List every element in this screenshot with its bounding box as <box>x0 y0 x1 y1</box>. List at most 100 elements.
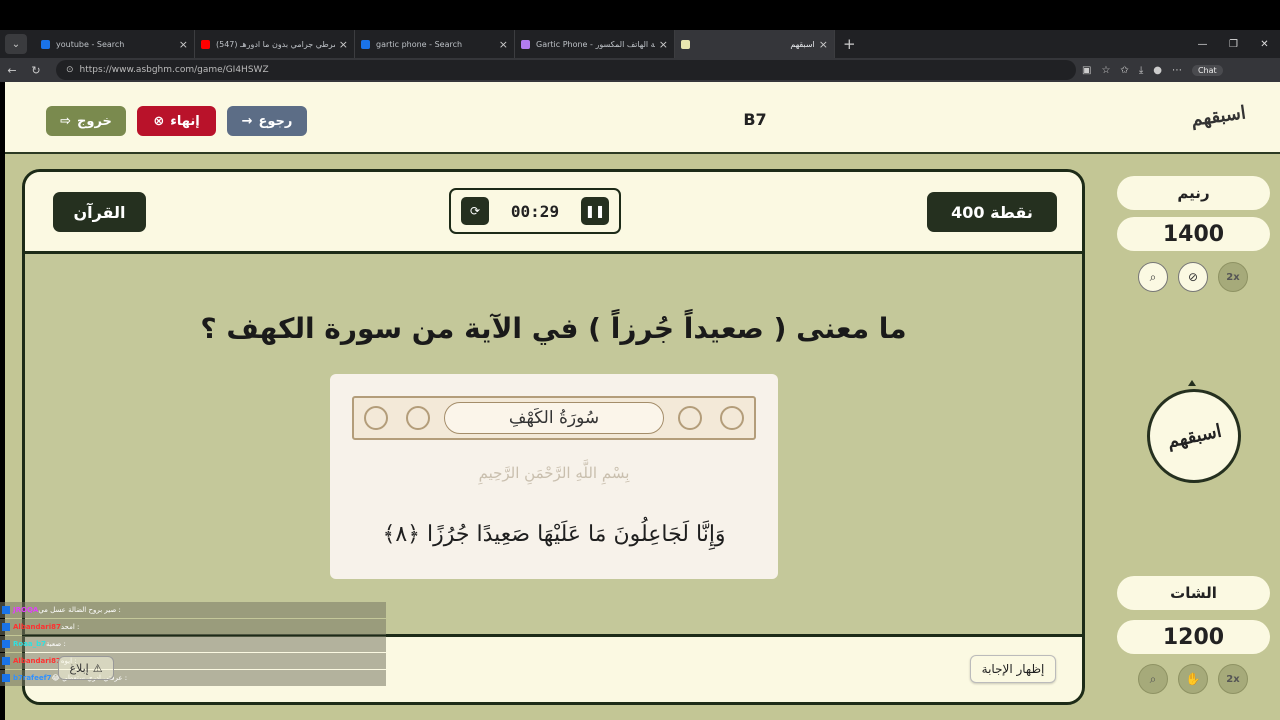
chat-user: Albandari87 <box>13 657 61 665</box>
end-game-button[interactable]: ⊗ إنهاء <box>137 106 216 136</box>
team1-name: رنيم <box>1117 176 1270 210</box>
chat-user: Roaa_b7 <box>13 640 47 648</box>
chat-text: : صير بروح الضالة عسل مي <box>38 606 121 614</box>
back-button[interactable]: → رجوع <box>227 106 307 136</box>
badge-icon <box>2 623 10 631</box>
site-info-icon[interactable]: ⊙ <box>66 65 74 75</box>
team2-search-helper-button[interactable]: ⌕ <box>1138 664 1168 694</box>
turn-indicator-icon <box>1188 380 1196 386</box>
reload-icon[interactable]: ↻ <box>24 64 48 77</box>
team2-hand-helper-button[interactable]: ✋ <box>1178 664 1208 694</box>
site-favicon-icon <box>681 39 690 49</box>
profile-avatar-icon[interactable]: ● <box>1153 65 1162 76</box>
double-points-icon: 2x <box>1226 673 1240 685</box>
cancel-circle-icon: ⊗ <box>153 113 165 129</box>
game-header: ⇨ خروج ⊗ إنهاء → رجوع B7 اسبقهم <box>5 82 1280 154</box>
search-icon: ⌕ <box>1149 671 1157 686</box>
window-controls: — ❐ ✕ <box>1187 30 1280 58</box>
close-tab-icon[interactable]: × <box>339 38 348 51</box>
team2-score: 1200 <box>1117 620 1270 654</box>
report-label: إبلاغ <box>69 661 89 675</box>
team1-search-helper-button[interactable]: ⌕ <box>1138 262 1168 292</box>
pause-timer-button[interactable]: ❚❚ <box>580 197 609 225</box>
close-tab-icon[interactable]: × <box>659 38 668 51</box>
points-badge: 400 نقطة <box>927 192 1057 232</box>
close-window-icon[interactable]: ✕ <box>1249 39 1280 50</box>
tab-title: اسبقهم <box>790 39 815 49</box>
maximize-icon[interactable]: ❐ <box>1218 39 1249 50</box>
tab-title: youtube - Search <box>56 39 125 49</box>
room-code: B7 <box>743 110 767 129</box>
close-tab-icon[interactable]: × <box>499 38 508 51</box>
report-button[interactable]: إبلاغ ⚠ <box>58 656 114 680</box>
favorites-star-icon[interactable]: ☆ <box>1101 65 1110 76</box>
chat-message: : صير بروح الضالة عسل مي JROQA <box>0 602 386 618</box>
badge-icon <box>2 657 10 665</box>
browser-tab[interactable]: (547) شرطي جرامي بدون ما ادورهـ ! × <box>195 30 355 58</box>
team1-block-helper-button[interactable]: ⊘ <box>1178 262 1208 292</box>
browser-tab-active[interactable]: اسبقهم × <box>675 30 835 58</box>
tab-title: Gartic Phone - لعبة الهاتف المكسور <box>536 39 655 49</box>
reset-timer-button[interactable]: ⟳ <box>461 197 489 225</box>
question-image: سُورَةُ الكَهْفِ بِسْمِ اللَّهِ الرَّحْم… <box>330 374 778 579</box>
show-answer-button[interactable]: إظهار الإجابة <box>970 655 1056 683</box>
chat-message: : صعبة Roaa_b7 <box>0 636 386 652</box>
close-tab-icon[interactable]: × <box>819 38 828 51</box>
team2-name: الشات <box>1117 576 1270 610</box>
browser-tab[interactable]: gartic phone - Search × <box>355 30 515 58</box>
center-logo: اسبقهم <box>1147 389 1241 483</box>
chat-text: : صعبة <box>46 640 66 648</box>
timer-value: 00:29 <box>510 201 560 221</box>
ornament-icon <box>406 406 430 430</box>
team2-double-helper-button[interactable]: 2x <box>1218 664 1248 694</box>
exit-button[interactable]: ⇨ خروج <box>46 106 126 136</box>
question-text: ما معنى ( صعيداً جُرزاً ) في الآية من سو… <box>200 312 907 345</box>
surah-title: سُورَةُ الكَهْفِ <box>444 402 664 434</box>
site-logo[interactable]: اسبقهم <box>1190 102 1247 130</box>
pause-icon: ❚❚ <box>584 204 606 218</box>
exit-icon: ⇨ <box>60 113 71 129</box>
downloads-icon[interactable]: ⤓ <box>1139 65 1143 76</box>
copilot-chat-button[interactable]: Chat <box>1191 64 1223 76</box>
ornament-icon <box>678 406 702 430</box>
minimize-icon[interactable]: — <box>1187 39 1218 50</box>
back-arrow-icon[interactable]: ← <box>0 64 24 77</box>
url-text: https://www.asbghm.com/game/GI4HSWZ <box>79 65 269 75</box>
badge-icon <box>2 674 10 682</box>
browser-tab[interactable]: youtube - Search × <box>35 30 195 58</box>
chat-user: JROQA <box>13 606 39 614</box>
warning-icon: ⚠ <box>92 661 103 675</box>
double-points-icon: 2x <box>1226 271 1240 283</box>
ornament-icon <box>720 406 744 430</box>
refresh-icon: ⟳ <box>469 204 481 218</box>
split-view-icon[interactable]: ▣ <box>1082 65 1091 76</box>
close-tab-icon[interactable]: × <box>179 38 188 51</box>
url-input[interactable]: ⊙ https://www.asbghm.com/game/GI4HSWZ <box>56 60 1076 80</box>
team1-score: 1400 <box>1117 217 1270 251</box>
team1-double-helper-button[interactable]: 2x <box>1218 262 1248 292</box>
verse-text: وَإِنَّا لَجَاعِلُونَ مَا عَلَيْهَا صَعِ… <box>382 522 726 547</box>
basmala: بِسْمِ اللَّهِ الرَّحْمَنِ الرَّحِيمِ <box>478 464 630 482</box>
timer-box: ⟳ 00:29 ❚❚ <box>449 188 621 234</box>
search-favicon-icon <box>361 39 370 49</box>
gartic-favicon-icon <box>521 39 530 49</box>
tab-title: (547) شرطي جرامي بدون ما ادورهـ ! <box>216 39 335 49</box>
screen-top-bar <box>0 0 1280 30</box>
more-menu-icon[interactable]: ⋯ <box>1172 65 1182 76</box>
chat-user: Albandari87 <box>13 623 61 631</box>
center-logo-text: اسبقهم <box>1164 420 1224 452</box>
surah-header-frame: سُورَةُ الكَهْفِ <box>352 396 756 440</box>
badge-icon <box>2 606 10 614</box>
block-icon: ⊘ <box>1187 270 1199 284</box>
collections-icon[interactable]: ✩ <box>1120 65 1128 76</box>
address-bar-row: ← ↻ ⊙ https://www.asbghm.com/game/GI4HSW… <box>0 58 1280 82</box>
question-card-header: القرآن ⟳ 00:29 ❚❚ 400 نقطة <box>25 172 1082 254</box>
back-label: رجوع <box>258 113 293 129</box>
tab-title: gartic phone - Search <box>376 39 463 49</box>
end-label: إنهاء <box>170 113 200 129</box>
browser-tab-bar: ⌄ youtube - Search × (547) شرطي جرامي بد… <box>0 30 1280 58</box>
new-tab-icon[interactable]: + <box>843 35 856 53</box>
chat-user: b7rafeef7 <box>13 674 52 682</box>
browser-tab[interactable]: Gartic Phone - لعبة الهاتف المكسور × <box>515 30 675 58</box>
tab-list-button[interactable]: ⌄ <box>5 34 27 54</box>
